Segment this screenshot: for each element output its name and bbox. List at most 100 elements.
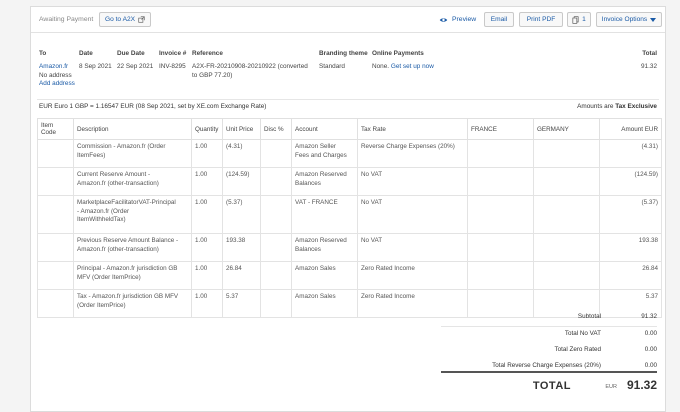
cell-tax-rate: Reverse Charge Expenses (20%) (357, 139, 468, 168)
online-payments-label: Online Payments (372, 50, 424, 57)
cell-tax-rate: No VAT (357, 195, 468, 234)
table-row[interactable]: MarketplaceFacilitatorVAT-Principal - Ama… (37, 195, 662, 234)
online-payments-none: None. (372, 63, 390, 70)
add-address-link[interactable]: Add address (39, 80, 75, 89)
amounts-are-value: Tax Exclusive (615, 103, 657, 110)
caret-down-icon (650, 17, 657, 22)
divider (37, 99, 659, 100)
due-date-value: 22 Sep 2021 (117, 63, 154, 70)
cell-france (467, 289, 534, 318)
reference-line-1: A2X-FR-20210908-20210922 (converted (192, 63, 308, 70)
cell-item-code (37, 233, 74, 262)
external-link-icon (138, 16, 145, 23)
to-label: To (39, 50, 47, 57)
cell-description: Previous Reserve Amount Balance - Amazon.… (73, 233, 192, 262)
copies-button[interactable]: 1 (567, 12, 591, 27)
go-to-a2x-button[interactable]: Go to A2X (99, 12, 151, 27)
invoice-options-label: Invoice Options (601, 16, 648, 23)
total-reverse-charge-value: 0.00 (644, 362, 657, 369)
cell-account-line: Balances (295, 245, 321, 253)
cell-amount: 26.84 (599, 261, 662, 290)
cell-account: VAT - FRANCE (291, 195, 358, 234)
customer-link[interactable]: Amazon.fr (39, 63, 75, 72)
cell-account-line: Amazon Seller (295, 143, 336, 150)
cell-germany (533, 261, 600, 290)
cell-account-line: Fees and Charges (295, 151, 347, 159)
cell-description-line: Amazon.fr (other-transaction) (77, 245, 159, 253)
preview-label: Preview (452, 16, 477, 23)
table-header-row: Item Code Description Quantity Unit Pric… (37, 118, 662, 140)
cell-disc (260, 261, 292, 290)
cell-item-code (37, 139, 74, 168)
date-value: 8 Sep 2021 (79, 63, 112, 70)
cell-account-line: Balances (295, 179, 321, 187)
branding-theme-value: Standard (319, 63, 345, 70)
cell-quantity: 1.00 (191, 233, 223, 262)
cell-tax-rate: Zero Rated Income (357, 261, 468, 290)
cell-description-line: (Order ItemPrice) (77, 301, 126, 309)
cell-quantity: 1.00 (191, 167, 223, 196)
invoice-toolbar: Awaiting Payment Go to A2X Preview Email… (31, 7, 665, 33)
col-disc: Disc % (260, 118, 292, 140)
col-germany: GERMANY (533, 118, 600, 140)
cell-france (467, 261, 534, 290)
invoice-page: Awaiting Payment Go to A2X Preview Email… (30, 6, 666, 412)
eye-icon (439, 17, 448, 22)
table-row[interactable]: Commission - Amazon.fr (Order ItemFees) 1.… (37, 139, 662, 168)
cell-amount: 193.38 (599, 233, 662, 262)
cell-unit-price: (124.59) (222, 167, 261, 196)
copy-icon (572, 15, 579, 24)
cell-account: Amazon Sales (291, 261, 358, 290)
cell-france (467, 139, 534, 168)
total-reverse-charge-label: Total Reverse Charge Expenses (20%) (492, 362, 601, 369)
col-quantity: Quantity (191, 118, 223, 140)
amounts-are: Amounts are Tax Exclusive (577, 103, 657, 110)
table-row[interactable]: Principal - Amazon.fr jurisdiction GB MFV… (37, 261, 662, 290)
grand-total-currency: EUR (605, 384, 617, 390)
email-label: Email (490, 16, 508, 23)
cell-description-line: MFV (Order ItemPrice) (77, 273, 141, 281)
exchange-rate-line: EUR Euro 1 GBP = 1.16547 EUR (08 Sep 202… (39, 103, 267, 110)
cell-description-line: ItemWithheldTax) (77, 216, 126, 224)
cell-item-code (37, 167, 74, 196)
cell-description-line: MarketplaceFacilitatorVAT-Principal (77, 199, 176, 206)
cell-germany (533, 233, 600, 262)
online-payments-value: None. Get set up now (372, 63, 434, 72)
cell-description-line: ItemFees) (77, 151, 106, 159)
cell-description: MarketplaceFacilitatorVAT-Principal - Ama… (73, 195, 192, 234)
get-set-up-link[interactable]: Get set up now (391, 63, 434, 70)
table-row[interactable]: Current Reserve Amount - Amazon.fr (other… (37, 167, 662, 196)
print-pdf-button[interactable]: Print PDF (519, 12, 563, 27)
cell-account: Amazon Sales (291, 289, 358, 318)
subtotal-label: Subtotal (577, 313, 601, 320)
email-button[interactable]: Email (484, 12, 514, 27)
col-france: FRANCE (467, 118, 534, 140)
cell-account-line: Amazon Reserved (295, 171, 347, 178)
cell-account: Amazon Reserved Balances (291, 233, 358, 262)
cell-disc (260, 289, 292, 318)
preview-link[interactable]: Preview (439, 16, 476, 23)
cell-item-code (37, 289, 74, 318)
cell-disc (260, 233, 292, 262)
line-items-table: Item Code Description Quantity Unit Pric… (37, 118, 662, 318)
cell-account-line: Amazon Reserved (295, 237, 347, 244)
cell-quantity: 1.00 (191, 195, 223, 234)
cell-amount: (124.59) (599, 167, 662, 196)
total-label: Total (642, 50, 657, 57)
print-pdf-label: Print PDF (526, 16, 556, 23)
col-amount: Amount EUR (599, 118, 662, 140)
table-row[interactable]: Previous Reserve Amount Balance - Amazon.… (37, 233, 662, 262)
amounts-are-label: Amounts are (577, 103, 614, 110)
table-row[interactable]: Tax - Amazon.fr jurisdiction GB MFV (Orde… (37, 289, 662, 318)
cell-tax-rate: No VAT (357, 233, 468, 262)
total-no-vat-value: 0.00 (644, 330, 657, 337)
invoice-options-button[interactable]: Invoice Options (596, 12, 662, 27)
cell-amount: (5.37) (599, 195, 662, 234)
col-unit-price: Unit Price (222, 118, 261, 140)
cell-germany (533, 139, 600, 168)
grand-total-label: TOTAL (532, 380, 571, 392)
cell-france (467, 233, 534, 262)
total-divider (441, 371, 657, 373)
total-zero-rated-label: Total Zero Rated (554, 346, 601, 353)
cell-germany (533, 167, 600, 196)
